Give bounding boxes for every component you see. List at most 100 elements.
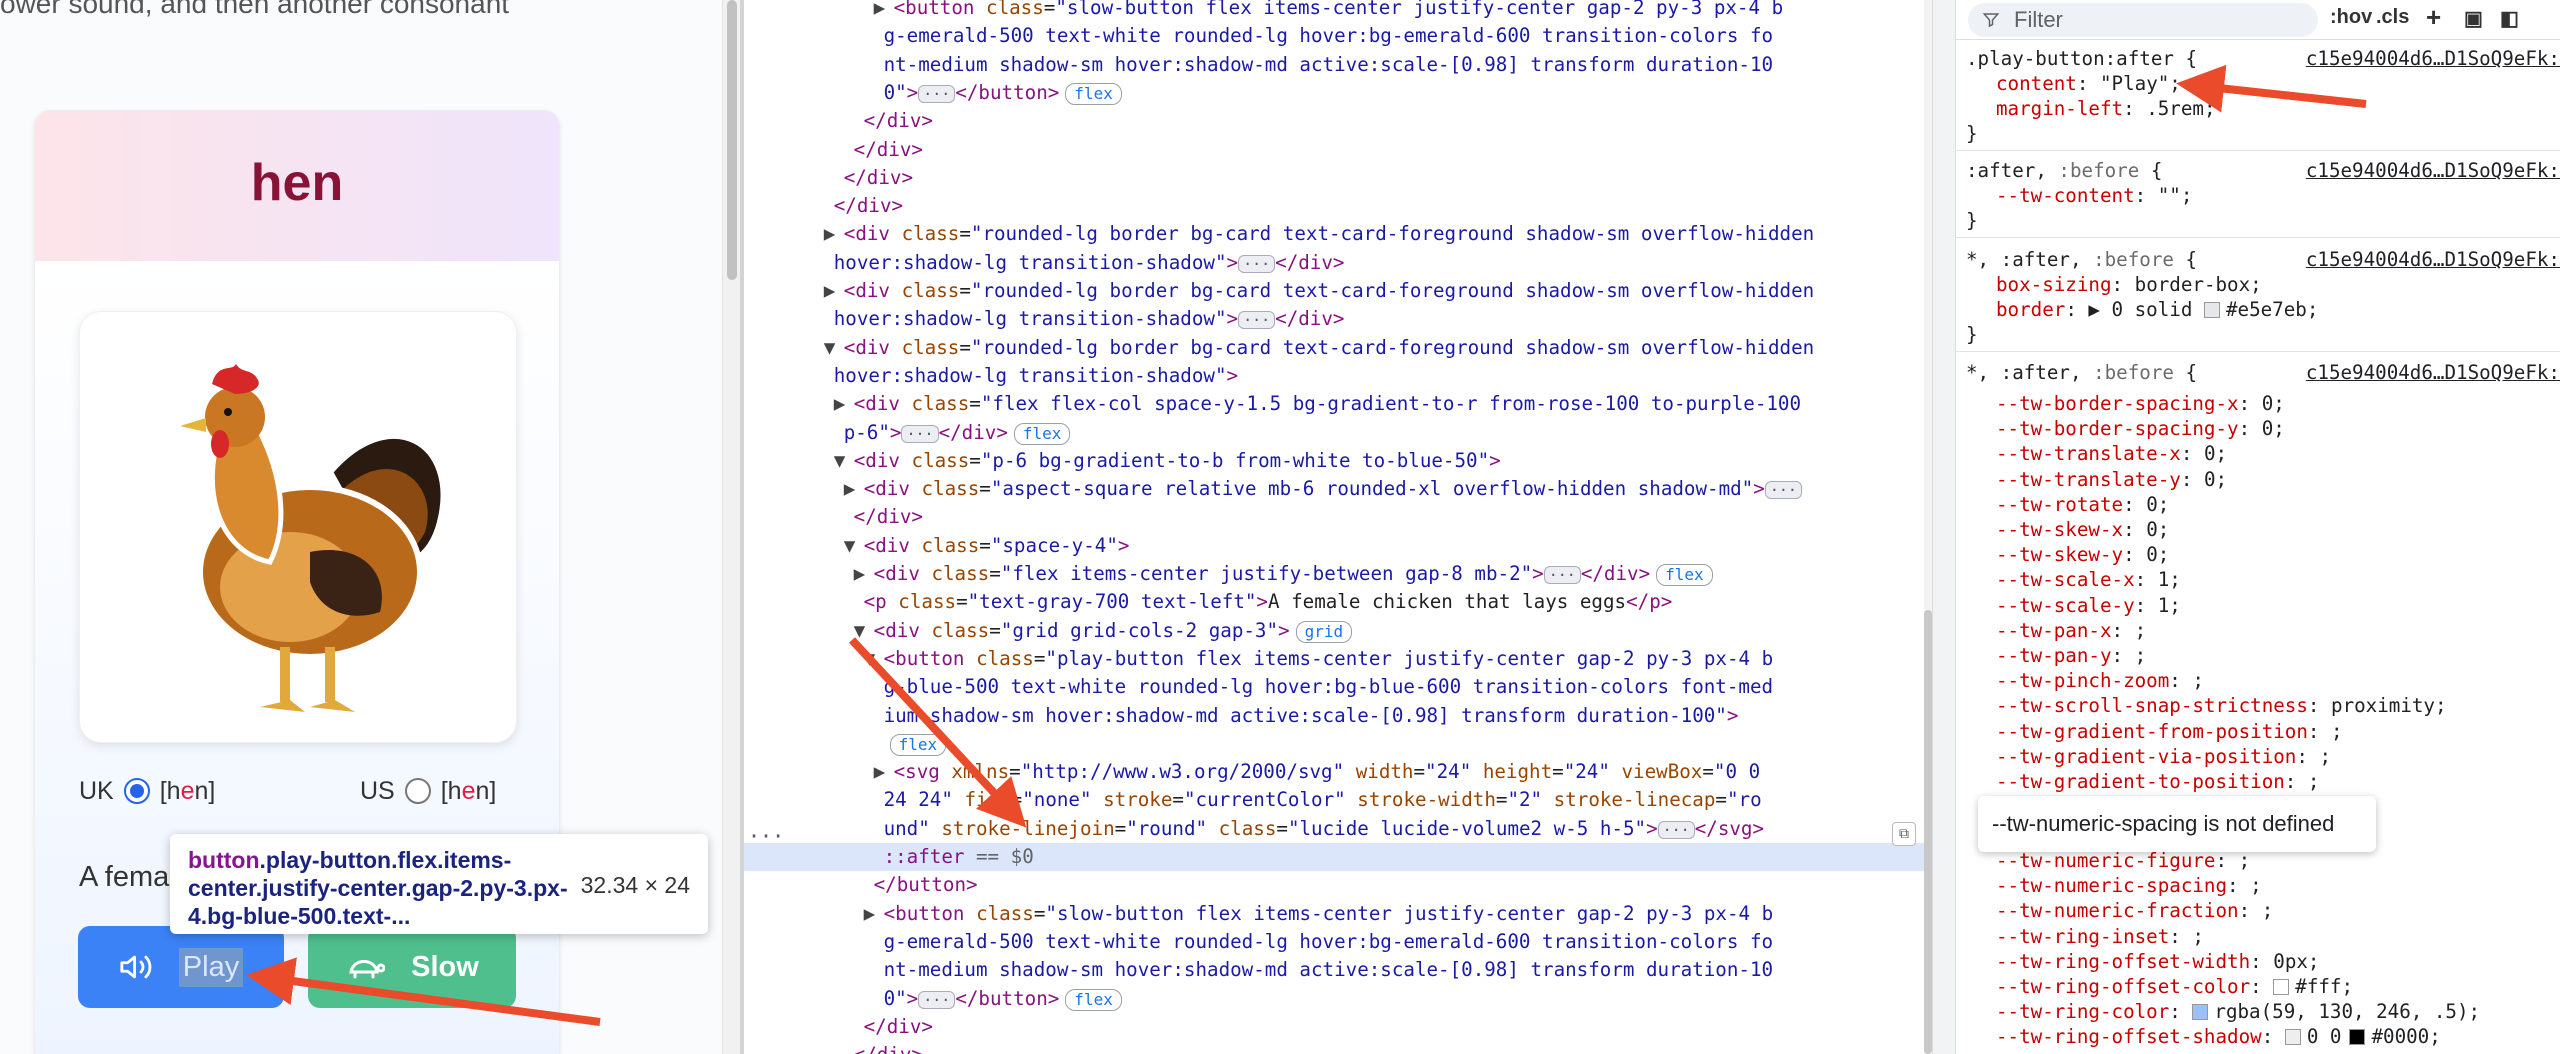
decl-tw-var[interactable]: --tw-ring-offset-color: #fff;: [1996, 974, 2353, 999]
decl-tw-var[interactable]: --tw-border-spacing-x: 0;: [1996, 391, 2285, 416]
color-swatch[interactable]: [2192, 1004, 2209, 1021]
prop-value: ;: [2238, 849, 2251, 872]
dom-node-line[interactable]: ium shadow-sm hover:shadow-md active:sca…: [884, 702, 1739, 730]
decl-tw-var[interactable]: --tw-ring-offset-shadow: 0 0 #0000;: [1996, 1024, 2441, 1049]
dom-node-line[interactable]: </div>: [854, 1041, 923, 1054]
dom-node-line[interactable]: <p class="text-gray-700 text-left">A fem…: [864, 588, 1673, 616]
dom-node-line[interactable]: ▼ <div class="space-y-4">: [844, 532, 1130, 560]
decl-tw-var[interactable]: --tw-ring-color: rgba(59, 130, 246, .5);: [1996, 999, 2480, 1024]
dom-node-line[interactable]: ▶ <div class="aspect-square relative mb-6…: [844, 475, 1802, 503]
decl-tw-var[interactable]: --tw-translate-x: 0;: [1996, 441, 2227, 466]
styles-filter-input[interactable]: Filter: [1968, 3, 2318, 37]
dom-node-line[interactable]: g-blue-500 text-white rounded-lg hover:b…: [884, 673, 1774, 701]
decl-tw-var[interactable]: --tw-ring-offset-width: 0px;: [1996, 949, 2319, 974]
dom-node-line[interactable]: </div>: [854, 136, 923, 164]
dom-node-line[interactable]: hover:shadow-lg transition-shadow">: [834, 362, 1238, 390]
decl-tw-var[interactable]: --tw-rotate: 0;: [1996, 492, 2169, 517]
decl-content[interactable]: content: "Play";: [1996, 71, 2181, 96]
dom-node-line[interactable]: nt-medium shadow-sm hover:shadow-md acti…: [884, 51, 1774, 79]
decl-tw-var[interactable]: --tw-numeric-fraction: ;: [1996, 898, 2273, 923]
decl-tw-var[interactable]: --tw-pan-x: ;: [1996, 618, 2146, 643]
selector-after: :after: [1966, 159, 2036, 182]
color-swatch[interactable]: [2273, 979, 2290, 995]
decl-tw-var[interactable]: --tw-skew-x: 0;: [1996, 517, 2169, 542]
page-scrollbar-thumb[interactable]: [727, 0, 737, 280]
dom-node-line[interactable]: </div>: [854, 503, 923, 531]
decl-margin-left[interactable]: margin-left: .5rem;: [1996, 96, 2216, 121]
dom-node-line[interactable]: </div>: [864, 107, 933, 135]
color-swatch[interactable]: [2349, 1029, 2366, 1046]
elements-scrollbar[interactable]: [1924, 0, 1932, 1054]
rule-close: }: [1966, 209, 1978, 232]
dom-node-line[interactable]: ▼ <div class="p-6 bg-gradient-to-b from-w…: [834, 447, 1501, 475]
new-rule-icon[interactable]: +: [2426, 2, 2441, 33]
decl-tw-var[interactable]: --tw-scale-x: 1;: [1996, 567, 2181, 592]
rule-source-link[interactable]: c15e94004d6…D1SoQ9eFk:: [2306, 247, 2560, 272]
dom-node-line[interactable]: ▼ <div class="grid grid-cols-2 gap-3"> gri…: [854, 617, 1353, 645]
elements-scrollbar-thumb[interactable]: [1924, 610, 1932, 1054]
slow-button[interactable]: Slow: [308, 926, 516, 1008]
dom-node-line[interactable]: nt-medium shadow-sm hover:shadow-md acti…: [884, 956, 1774, 984]
decl-tw-var[interactable]: --tw-ring-inset: ;: [1996, 924, 2204, 949]
page-viewport: ower sound, and then another consonant h…: [0, 0, 722, 1054]
dom-node-line[interactable]: ▶ <div class="flex items-center justify-b…: [854, 560, 1713, 588]
node-actions-icon[interactable]: ···: [748, 824, 784, 848]
prop-name: border: [1996, 298, 2066, 321]
decl-border[interactable]: border: ▶ 0 solid #e5e7eb;: [1996, 297, 2318, 322]
decl-tw-var[interactable]: --tw-gradient-via-position: ;: [1996, 744, 2331, 769]
decl-tw-var[interactable]: --tw-pinch-zoom: ;: [1996, 668, 2204, 693]
decl-tw-var[interactable]: --tw-translate-y: 0;: [1996, 467, 2227, 492]
dom-node-line[interactable]: hover:shadow-lg transition-shadow"> ··· </…: [834, 305, 1345, 333]
uk-radio[interactable]: [123, 778, 150, 804]
dom-node-line[interactable]: flex: [884, 730, 947, 758]
cls-toggle[interactable]: .cls: [2376, 6, 2409, 29]
us-radio[interactable]: [404, 778, 431, 804]
dom-node-line[interactable]: ▶ <button class="slow-button flex items-c…: [864, 900, 1774, 928]
paint-icon[interactable]: ▣: [2464, 6, 2483, 31]
dom-node-line[interactable]: </div>: [844, 164, 913, 192]
dom-node-after-selected[interactable]: ::after == $0: [744, 843, 1924, 871]
dom-node-line[interactable]: ▶ <button class="slow-button flex items-c…: [874, 0, 1784, 22]
color-swatch[interactable]: [2203, 302, 2220, 318]
rule-source-link[interactable]: c15e94004d6…D1SoQ9eFk:: [2306, 46, 2560, 71]
dom-node-line[interactable]: g-emerald-500 text-white rounded-lg hove…: [884, 22, 1774, 50]
prop-value: "";: [2157, 184, 2193, 207]
decl-tw-var[interactable]: --tw-numeric-spacing: ;: [1996, 873, 2262, 898]
dom-node-line[interactable]: ▼ <div class="rounded-lg border bg-card t…: [824, 334, 1814, 362]
dom-node-line[interactable]: ▶ <div class="flex flex-col space-y-1.5 b…: [834, 390, 1801, 418]
dom-node-line[interactable]: ▶ <div class="rounded-lg border bg-card t…: [824, 220, 1814, 248]
dom-node-line[interactable]: </div>: [834, 192, 903, 220]
copy-node-icon[interactable]: ⧉: [1892, 822, 1916, 846]
decl-tw-var[interactable]: --tw-border-spacing-y: 0;: [1996, 416, 2285, 441]
decl-tw-var[interactable]: --tw-skew-y: 0;: [1996, 542, 2169, 567]
decl-box-sizing[interactable]: box-sizing: border-box;: [1996, 272, 2262, 297]
rule-source-link[interactable]: c15e94004d6…D1SoQ9eFk:: [2306, 360, 2560, 385]
dom-node-line[interactable]: 24 24" fill="none" stroke="currentColor"…: [884, 786, 1762, 814]
sidebar-toggle-icon[interactable]: ◧: [2500, 6, 2519, 31]
styles-toolbar: Filter :hov .cls + ▣ ◧: [1956, 0, 2560, 40]
decl-tw-var[interactable]: --tw-scroll-snap-strictness: proximity;: [1996, 693, 2447, 718]
dom-node-line[interactable]: </button>: [874, 871, 978, 899]
dom-node-line[interactable]: 0"> ··· </button> flex: [884, 985, 1122, 1013]
dom-node-line[interactable]: ▶ <svg xmlns="http://www.w3.org/2000/svg"…: [874, 758, 1761, 786]
color-swatch[interactable]: [2284, 1029, 2301, 1046]
decl-tw-var[interactable]: --tw-gradient-to-position: ;: [1996, 769, 2319, 794]
prop-name: --tw-scale-x: [1996, 568, 2135, 592]
decl-tw-var[interactable]: --tw-scale-y: 1;: [1996, 593, 2181, 618]
dom-node-line[interactable]: und" stroke-linejoin="round" class="luci…: [884, 815, 1764, 843]
rule-source-link[interactable]: c15e94004d6…D1SoQ9eFk:: [2306, 158, 2560, 183]
dom-node-line[interactable]: </div>: [864, 1013, 933, 1041]
dom-node-line[interactable]: ▶ <div class="rounded-lg border bg-card t…: [824, 277, 1814, 305]
decl-tw-var[interactable]: --tw-pan-y: ;: [1996, 643, 2146, 668]
page-scrollbar[interactable]: [722, 0, 740, 1054]
dom-node-line[interactable]: ▼ <button class="play-button flex items-c…: [864, 645, 1774, 673]
dom-node-line[interactable]: g-emerald-500 text-white rounded-lg hove…: [884, 928, 1774, 956]
hov-toggle[interactable]: :hov: [2330, 6, 2372, 29]
styles-divider[interactable]: [1932, 0, 1956, 1054]
dom-node-line[interactable]: 0"> ··· </button> flex: [884, 79, 1122, 107]
play-button[interactable]: Play: [78, 926, 284, 1008]
dom-node-line[interactable]: p-6"> ··· </div> flex: [844, 419, 1071, 447]
decl-tw-content[interactable]: --tw-content: "";: [1996, 183, 2192, 208]
decl-tw-var[interactable]: --tw-gradient-from-position: ;: [1996, 719, 2343, 744]
dom-node-line[interactable]: hover:shadow-lg transition-shadow"> ··· </…: [834, 249, 1345, 277]
